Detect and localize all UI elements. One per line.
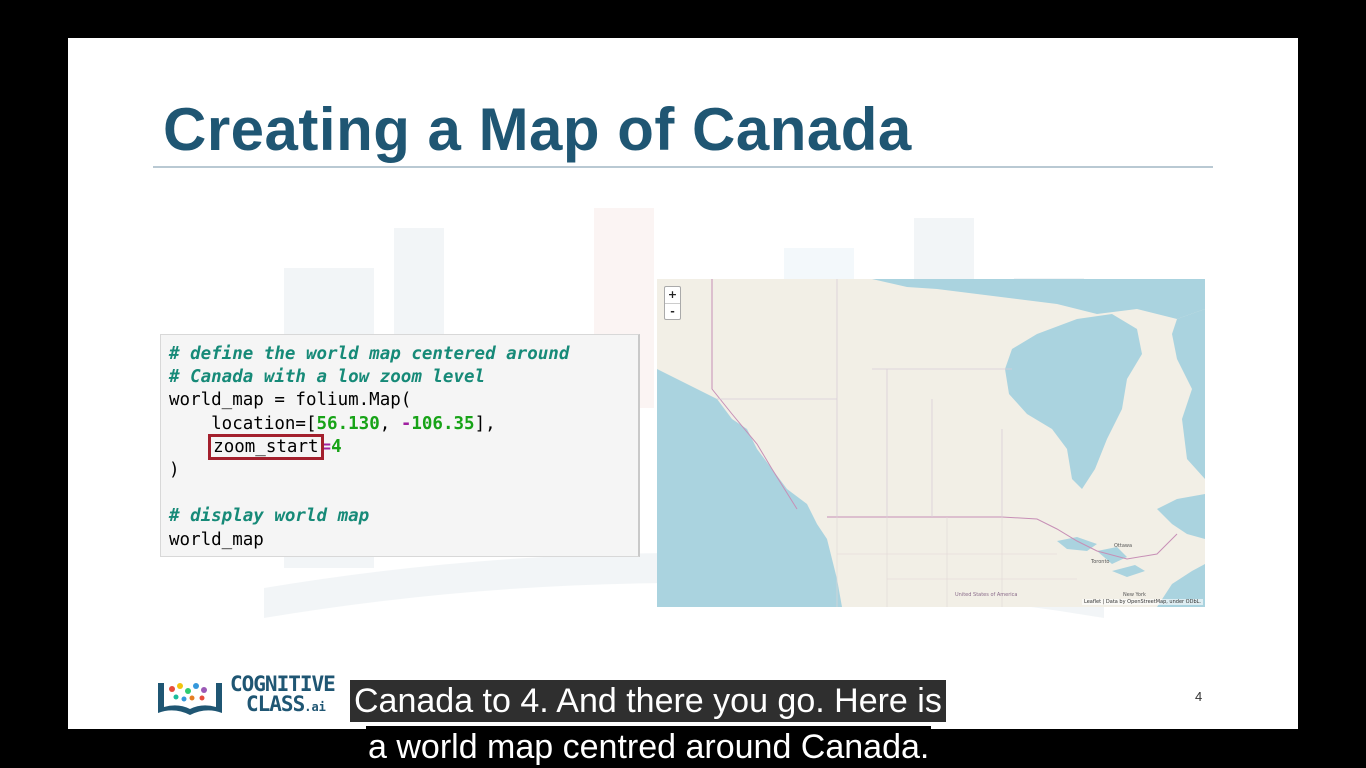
code-operator: - <box>400 413 412 434</box>
subtitle-line-1: Canada to 4. And there you go. Here is <box>350 680 946 722</box>
city-label-ottawa: Ottawa <box>1114 543 1133 549</box>
zoom-in-button[interactable]: + <box>665 287 680 304</box>
code-line: zoom_start =4 <box>169 433 638 460</box>
map-tiles <box>657 279 1205 607</box>
code-line: # display world map <box>169 505 638 528</box>
logo-ai-suffix: .ai <box>304 700 326 714</box>
city-label-new-york: New York <box>1123 592 1146 598</box>
code-comment: # display world map <box>169 506 370 527</box>
zoom-control: + - <box>664 286 681 320</box>
code-number: 4 <box>331 436 342 457</box>
code-line: world_map <box>169 529 638 552</box>
page-number: 4 <box>1195 689 1203 704</box>
code-text: ], <box>474 413 496 434</box>
zoom-out-button[interactable]: - <box>665 304 680 320</box>
code-line: location=[56.130, -106.35], <box>169 413 638 436</box>
slide-title: Creating a Map of Canada <box>163 96 912 163</box>
code-text: world_map = folium.Map( <box>169 390 412 411</box>
book-logo-icon <box>158 683 222 715</box>
code-line: world_map = folium.Map( <box>169 389 638 412</box>
code-comment: # Canada with a low zoom level <box>169 367 486 388</box>
code-text: ) <box>169 459 180 480</box>
city-label-toronto: Toronto <box>1091 559 1110 565</box>
code-text: location=[ <box>169 413 317 434</box>
code-comment: # define the world map centered around <box>169 344 570 364</box>
country-label-usa: United States of America <box>955 592 1018 598</box>
highlighted-param: zoom_start <box>208 433 324 460</box>
map-attribution[interactable]: Leaflet | Data by OpenStreetMap, under O… <box>1082 599 1203 605</box>
logo-class: CLASS <box>246 692 305 716</box>
code-line: ) <box>169 459 638 482</box>
logo-text-class: CLASS.ai <box>246 693 326 718</box>
slide: Creating a Map of Canada # define the wo… <box>68 38 1298 729</box>
code-line: # define the world map centered around <box>169 343 638 366</box>
code-text: world_map <box>169 529 264 550</box>
subtitle-line-2: a world map centred around Canada. <box>366 726 932 768</box>
folium-map[interactable]: + - Ottawa Toronto New York United State… <box>657 279 1205 607</box>
code-number: 56.130 <box>316 413 380 434</box>
title-underline <box>153 166 1213 168</box>
code-text: , <box>379 413 401 434</box>
code-operator: = <box>320 436 332 457</box>
code-cell: # define the world map centered around #… <box>160 334 640 557</box>
code-line: # Canada with a low zoom level <box>169 366 638 389</box>
code-number: 106.35 <box>411 413 475 434</box>
